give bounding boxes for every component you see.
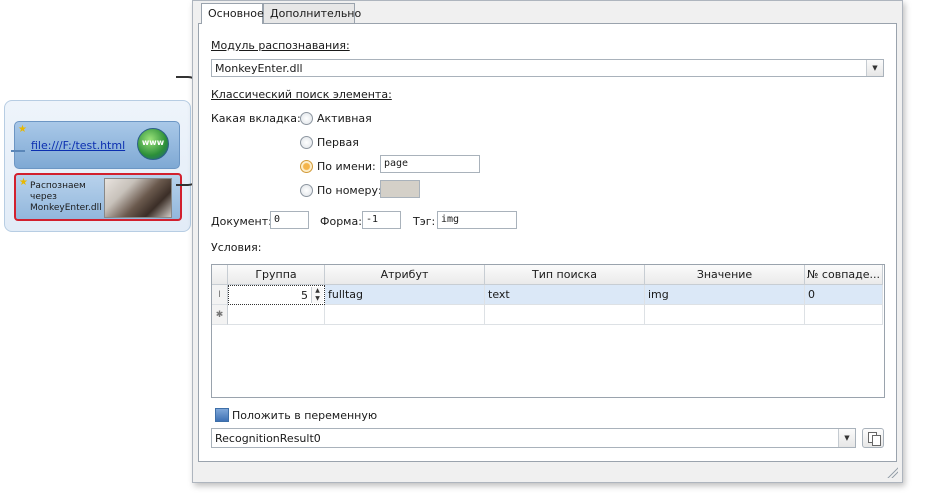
col-header-search-type[interactable]: Тип поиска	[485, 265, 645, 285]
document-label: Документ:	[211, 215, 272, 228]
recognition-node[interactable]: ★ Распознаем через MonkeyEnter.dll	[14, 173, 182, 221]
chevron-down-icon[interactable]: ▼	[866, 60, 883, 76]
col-header-group[interactable]: Группа	[228, 265, 325, 285]
module-value: MonkeyEnter.dll	[215, 62, 303, 75]
attribute-cell[interactable]: fulltag	[325, 285, 485, 305]
connector-line	[11, 150, 25, 152]
spin-updown-icon[interactable]: ▲ ▼	[311, 287, 323, 303]
tab-advanced[interactable]: Дополнительно	[263, 3, 361, 23]
new-group-cell[interactable]	[228, 305, 325, 325]
tab-number-input	[380, 180, 420, 198]
tab-name-input[interactable]: page	[380, 155, 480, 173]
cat-thumbnail-image	[104, 178, 172, 218]
match-no-cell[interactable]: 0	[805, 285, 883, 305]
conditions-label: Условия:	[211, 241, 262, 254]
flow-diagram: ★ file:///F:/test.html www ★ Распознаем …	[4, 100, 191, 232]
new-search-type-cell[interactable]	[485, 305, 645, 325]
tab-basic[interactable]: Основное	[201, 3, 264, 24]
module-label: Модуль распознавания:	[211, 39, 350, 52]
new-attribute-cell[interactable]	[325, 305, 485, 325]
group-value: 5	[301, 289, 308, 302]
url-node[interactable]: ★ file:///F:/test.html www	[11, 121, 180, 169]
col-header-match-no[interactable]: № совпаде...	[805, 265, 883, 285]
variable-checkbox-label[interactable]: Положить в переменную	[232, 409, 377, 422]
radio-first-label[interactable]: Первая	[317, 136, 359, 149]
recognition-node-label: Распознаем через MonkeyEnter.dll	[30, 181, 102, 213]
tab-content: Модуль распознавания: MonkeyEnter.dll ▼ …	[198, 23, 897, 462]
radio-by-name[interactable]	[300, 160, 313, 173]
copy-icon[interactable]	[862, 428, 884, 448]
radio-active-label[interactable]: Активная	[317, 112, 372, 125]
form-label: Форма:	[320, 215, 362, 228]
radio-by-number-label[interactable]: По номеру:	[317, 184, 382, 197]
new-value-cell[interactable]	[645, 305, 805, 325]
properties-panel: Основное Дополнительно Модуль распознава…	[192, 0, 903, 483]
conditions-grid: Группа Атрибут Тип поиска Значение № сов…	[211, 264, 885, 398]
globe-icon: www	[137, 128, 169, 160]
col-header-value[interactable]: Значение	[645, 265, 805, 285]
group-cell[interactable]: 5 ▲ ▼	[228, 285, 325, 305]
radio-by-name-label[interactable]: По имени:	[317, 160, 376, 173]
new-row-asterisk-icon: ✱	[212, 305, 228, 325]
value-cell[interactable]: img	[645, 285, 805, 305]
resize-grip-icon[interactable]	[886, 466, 898, 478]
radio-first[interactable]	[300, 136, 313, 149]
star-icon: ★	[19, 177, 28, 188]
document-input[interactable]: 0	[270, 211, 309, 229]
new-match-no-cell[interactable]	[805, 305, 883, 325]
grid-corner	[212, 265, 228, 285]
classic-search-label: Классический поиск элемента:	[211, 88, 392, 101]
tag-input[interactable]: img	[437, 211, 517, 229]
col-header-attribute[interactable]: Атрибут	[325, 265, 485, 285]
form-input[interactable]: -1	[362, 211, 401, 229]
radio-by-number[interactable]	[300, 184, 313, 197]
chevron-down-icon[interactable]: ▼	[838, 429, 855, 447]
variable-checkbox[interactable]	[215, 408, 229, 422]
url-node-label[interactable]: file:///F:/test.html	[31, 139, 125, 152]
www-label: www	[141, 138, 165, 147]
tag-label: Тэг:	[413, 215, 436, 228]
radio-active[interactable]	[300, 112, 313, 125]
module-select[interactable]: MonkeyEnter.dll ▼	[211, 59, 884, 77]
variable-value: RecognitionResult0	[215, 432, 321, 445]
row-cursor-icon: I	[212, 285, 228, 305]
variable-select[interactable]: RecognitionResult0 ▼	[211, 428, 856, 448]
star-icon: ★	[18, 124, 27, 135]
search-type-cell[interactable]: text	[485, 285, 645, 305]
tab-question-label: Какая вкладка:	[211, 112, 301, 125]
